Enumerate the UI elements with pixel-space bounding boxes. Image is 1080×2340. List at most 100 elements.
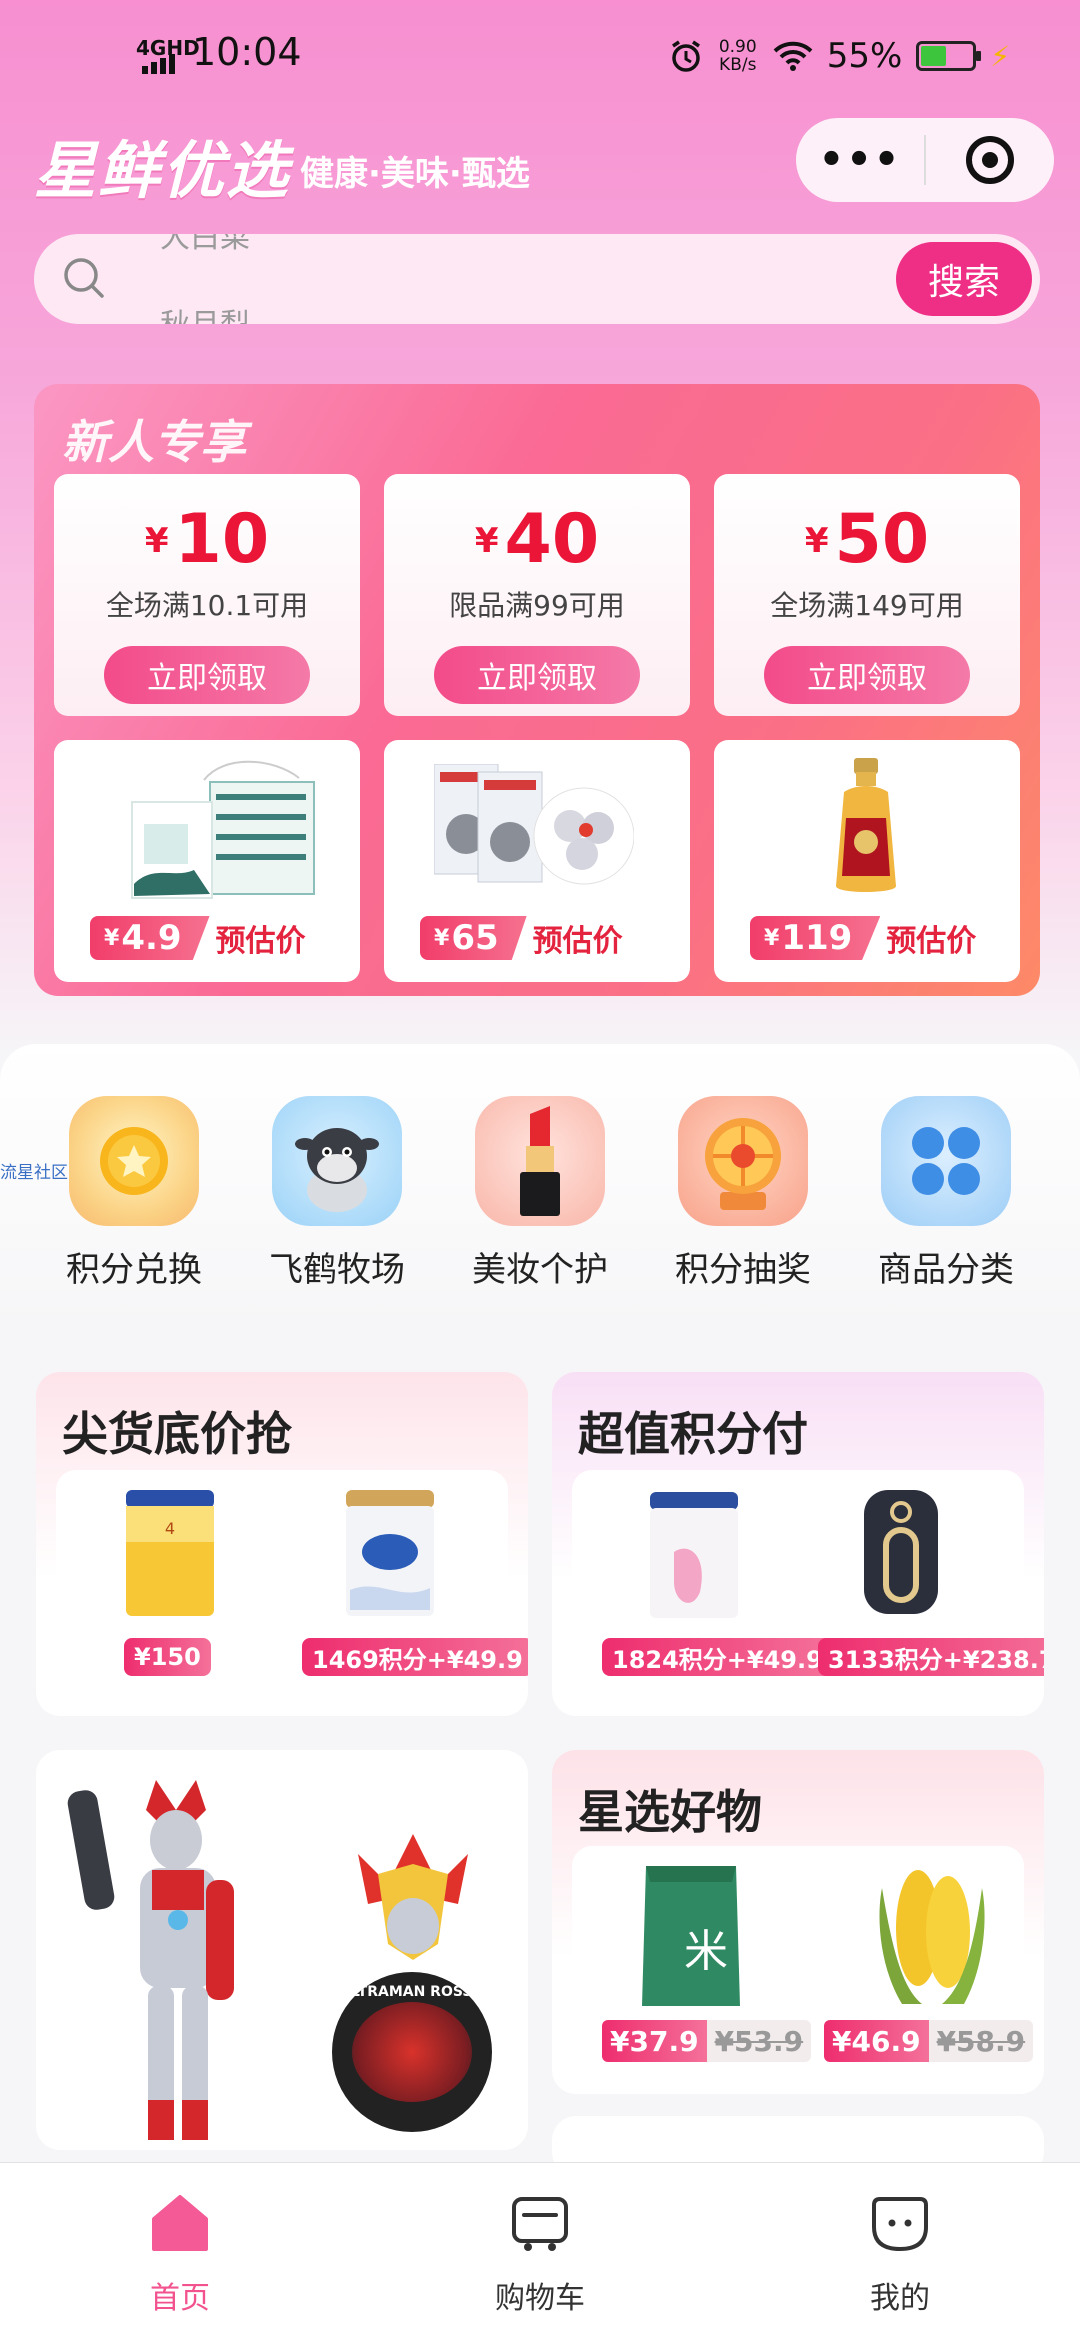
panel-products: 4 ¥150 1469积分+¥49.9 xyxy=(56,1470,528,1696)
search-hint: 秋月梨 xyxy=(160,300,250,324)
prize-wheel-icon xyxy=(678,1096,808,1226)
tissue-box-image xyxy=(131,760,315,899)
nav-label: 首页 xyxy=(150,2281,210,2316)
panel-products: 1824积分+¥49.9 3133积分+¥238.7 xyxy=(572,1470,1044,1696)
product-card-shrimp[interactable]: ¥65 预估价 xyxy=(384,740,690,982)
claim-coupon-button[interactable]: 立即领取 xyxy=(764,646,970,704)
category-label: 积分兑换 xyxy=(66,1250,202,1290)
coupon-amount: ¥40 xyxy=(474,500,600,579)
search-icon xyxy=(64,258,104,298)
status-bar: 4GHD 10:04 0.90 KB/s 55% ⚡ xyxy=(0,0,1080,110)
category-label: 商品分类 xyxy=(878,1250,1014,1290)
category-item-beauty-care[interactable]: 美妆个护 xyxy=(440,1096,640,1291)
coupon-amount: ¥50 xyxy=(804,500,930,579)
cart-icon xyxy=(512,2197,568,2251)
battery-percent: 55% xyxy=(826,36,903,76)
maternal-milk-powder-image[interactable] xyxy=(644,1492,744,1620)
svg-text:4: 4 xyxy=(165,1519,175,1538)
close-mini-program-button[interactable] xyxy=(926,136,1054,184)
estimated-price: ¥65 xyxy=(420,916,527,960)
new-user-title: 新人专享 xyxy=(62,415,246,469)
price-badge: 1824积分+¥49.9 xyxy=(602,1638,833,1676)
bottom-navigation: 首页 购物车 我的 xyxy=(0,2162,1080,2340)
coupon-card[interactable]: ¥10 全场满10.1可用 立即领取 xyxy=(54,474,360,716)
price-tag: ¥119 预估价 xyxy=(750,916,976,960)
price-badge: ¥46.9 ¥58.9 xyxy=(824,2020,1034,2062)
alarm-icon xyxy=(671,40,700,72)
category-icons: 积分兑换 飞鹤牧场 美妆个护 积分抽奖 商品分类 xyxy=(34,1096,1046,1291)
star-pick-panel[interactable]: 星选好物 米 ¥37.9 ¥53.9 ¥46.9 ¥58.9 xyxy=(552,1750,1044,2094)
panel-title: 超值积分付 xyxy=(578,1407,808,1461)
category-item-points-lottery[interactable]: 积分抽奖 xyxy=(643,1096,843,1291)
price-badge: 3133积分+¥238.7 xyxy=(818,1638,1044,1676)
price-badge: 1469积分+¥49.9 xyxy=(302,1638,528,1676)
estimated-price-label: 预估价 xyxy=(215,924,306,959)
more-button[interactable]: ••• xyxy=(796,137,924,183)
category-item-feihe-ranch[interactable]: 飞鹤牧场 xyxy=(237,1096,437,1291)
grid-icon xyxy=(881,1096,1011,1226)
coupon-condition: 全场满149可用 xyxy=(770,589,964,622)
rice-bag-image[interactable]: 米 xyxy=(636,1856,746,2014)
coupon-condition: 全场满10.1可用 xyxy=(105,589,309,622)
search-hint-carousel: 大白菜 秋月梨 xyxy=(126,234,526,324)
points-coin-icon xyxy=(69,1096,199,1226)
panel-title: 星选好物 xyxy=(578,1785,762,1839)
nav-item-home[interactable]: 首页 xyxy=(0,2163,360,2340)
home-icon xyxy=(152,2195,208,2251)
shrimp-pack-image xyxy=(434,764,634,885)
category-label: 美妆个护 xyxy=(472,1250,608,1290)
signal-icon xyxy=(142,54,175,74)
search-hint: 大白菜 xyxy=(160,234,250,255)
cow-icon xyxy=(272,1096,402,1226)
nav-item-cart[interactable]: 购物车 xyxy=(360,2163,720,2340)
ultraman-mask-image xyxy=(358,1834,468,1960)
category-item-points-exchange[interactable]: 积分兑换 xyxy=(34,1096,234,1291)
wifi-icon xyxy=(773,41,813,71)
network-speed: 0.90 KB/s xyxy=(718,37,757,75)
search-button[interactable]: 搜索 xyxy=(896,242,1032,316)
coupon-card[interactable]: ¥50 全场满149可用 立即领取 xyxy=(714,474,1020,716)
claim-coupon-button[interactable]: 立即领取 xyxy=(104,646,310,704)
current-price: ¥37.9 xyxy=(602,2020,707,2062)
search-bar[interactable]: 大白菜 秋月梨 搜索 xyxy=(34,234,1040,324)
app-header: 星鲜优选 健康·美味·甄选 ••• xyxy=(0,110,1080,230)
ultraman-toy-banner[interactable]: ULTRAMAN ROSSO xyxy=(36,1750,528,2150)
bargain-panel[interactable]: 尖货底价抢 4 ¥150 1469积分+¥49.9 xyxy=(36,1372,528,1716)
lipstick-icon xyxy=(475,1096,605,1226)
price-badge: ¥37.9 ¥53.9 xyxy=(602,2020,812,2062)
air-fryer-image[interactable] xyxy=(856,1490,946,1622)
clock: 10:04 xyxy=(192,30,302,74)
profile-face-icon xyxy=(872,2197,928,2252)
milk-powder-can-image[interactable] xyxy=(340,1490,440,1618)
price-badge: ¥150 xyxy=(124,1638,211,1676)
price-tag: ¥65 预估价 xyxy=(420,916,623,960)
price-tag: ¥4.9 预估价 xyxy=(90,916,306,960)
category-item-product-category[interactable]: 商品分类 xyxy=(846,1096,1046,1291)
claim-coupon-button[interactable]: 立即领取 xyxy=(434,646,640,704)
product-card-oil[interactable]: ¥119 预估价 xyxy=(714,740,1020,982)
oil-bottle-image xyxy=(836,758,896,892)
corn-image[interactable] xyxy=(872,1858,992,2008)
product-card-tissue[interactable]: ¥4.9 预估价 xyxy=(54,740,360,982)
nav-item-profile[interactable]: 我的 xyxy=(720,2163,1080,2340)
coupon-amount: ¥10 xyxy=(144,500,270,579)
milk-powder-can-image[interactable]: 4 xyxy=(120,1490,220,1618)
mini-program-capsule: ••• xyxy=(796,118,1054,202)
category-label: 飞鹤牧场 xyxy=(269,1250,405,1290)
estimated-price: ¥119 xyxy=(750,916,881,960)
target-icon xyxy=(966,136,1014,184)
points-pay-panel[interactable]: 超值积分付 1824积分+¥49.9 3133积分+¥238.7 xyxy=(552,1372,1044,1716)
coupon-condition: 限品满99可用 xyxy=(449,589,625,622)
status-icons: 0.90 KB/s 55% ⚡ xyxy=(669,34,1010,78)
svg-text:米: 米 xyxy=(684,1926,728,1977)
category-label: 积分抽奖 xyxy=(675,1250,811,1290)
estimated-price: ¥4.9 xyxy=(90,916,210,960)
coupon-card[interactable]: ¥40 限品满99可用 立即领取 xyxy=(384,474,690,716)
app-slogan: 健康·美味·甄选 xyxy=(300,154,530,194)
nav-label: 我的 xyxy=(870,2281,930,2316)
charging-icon: ⚡ xyxy=(990,39,1010,73)
estimated-price-label: 预估价 xyxy=(532,924,623,959)
original-price: ¥58.9 xyxy=(928,2020,1034,2062)
nav-label: 购物车 xyxy=(495,2281,585,2316)
new-user-section: 新人专享 ¥10 全场满10.1可用 立即领取 ¥40 限品满99可用 立即领取… xyxy=(34,384,1040,996)
